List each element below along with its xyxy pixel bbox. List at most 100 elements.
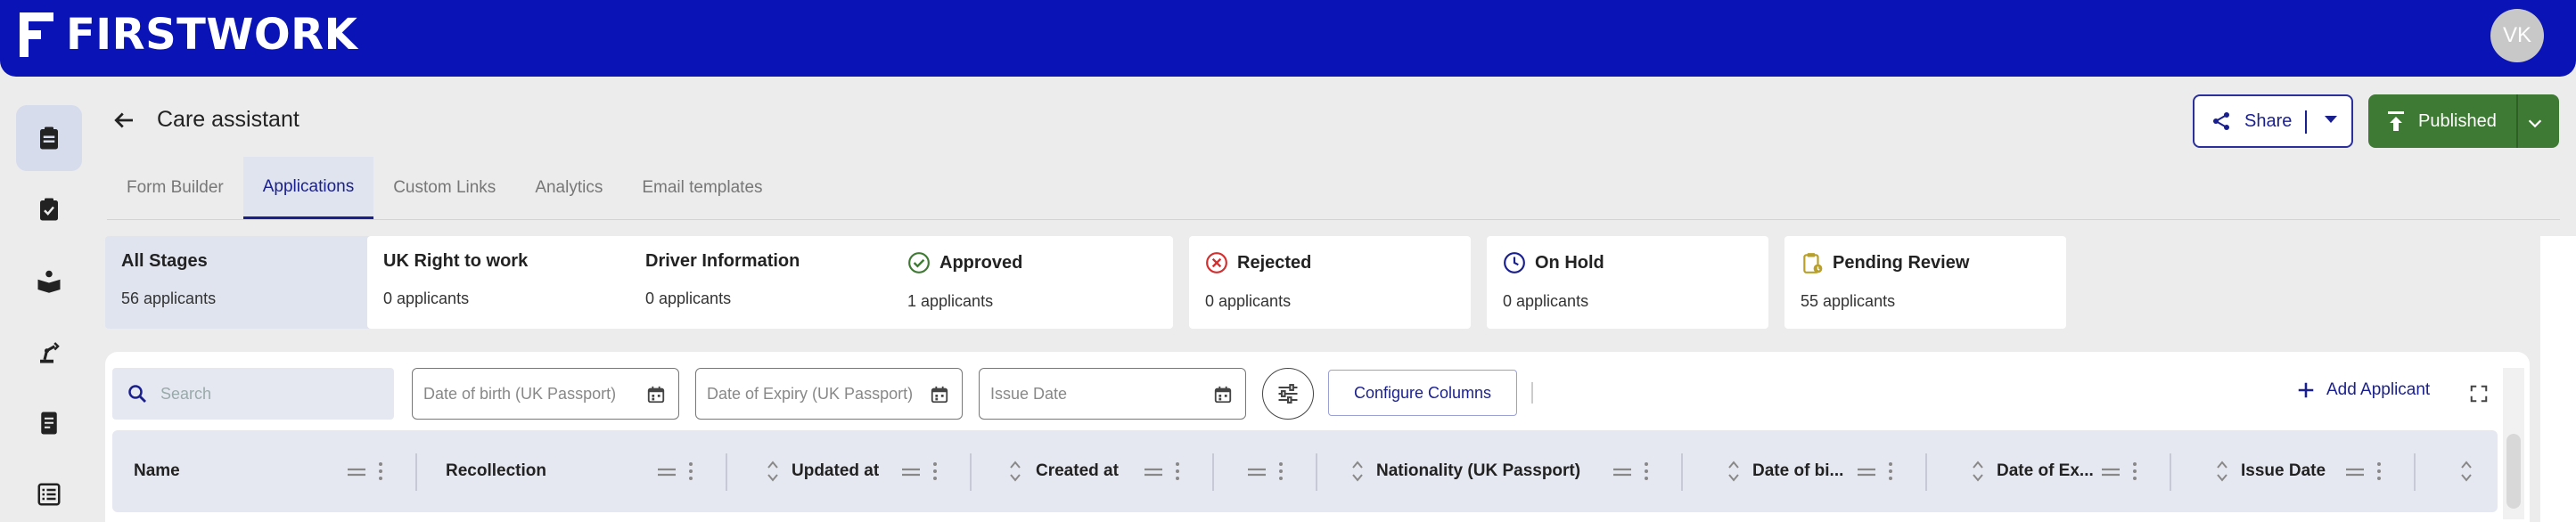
share-label: Share: [2244, 110, 2293, 131]
add-applicant-button[interactable]: Add Applicant: [2296, 380, 2430, 400]
published-button[interactable]: Published: [2368, 94, 2559, 148]
stage-card-approved[interactable]: Approved 1 applicants: [891, 236, 1173, 329]
column-separator[interactable]: [1212, 453, 1214, 491]
tab-analytics[interactable]: Analytics: [515, 157, 622, 219]
column-separator[interactable]: [1316, 453, 1317, 491]
column-header-recollection[interactable]: Recollection: [446, 430, 546, 512]
more-vertical-icon[interactable]: [1175, 461, 1180, 482]
more-vertical-icon[interactable]: [1644, 461, 1649, 482]
column-separator[interactable]: [415, 453, 417, 491]
tab-applications[interactable]: Applications: [242, 157, 374, 219]
column-header-date-of-expiry[interactable]: Date of Ex...: [1997, 430, 2094, 512]
configure-columns-button[interactable]: Configure Columns: [1328, 370, 1517, 416]
stage-card-uk-right-to-work[interactable]: UK Right to work 0 applicants: [367, 236, 649, 329]
search-input[interactable]: [160, 384, 374, 404]
tab-form-builder[interactable]: Form Builder: [107, 157, 243, 219]
issue-date-filter[interactable]: Issue Date: [979, 368, 1246, 420]
calendar-icon[interactable]: [1213, 385, 1233, 404]
more-vertical-icon[interactable]: [932, 461, 938, 482]
column-header-label: Date of bi...: [1752, 461, 1844, 480]
plus-icon: [2298, 382, 2314, 398]
drag-handle-icon[interactable]: [2344, 462, 2366, 482]
drag-handle-icon[interactable]: [1143, 462, 1164, 482]
more-vertical-icon[interactable]: [688, 461, 693, 482]
clipboard-pending-icon: [1803, 253, 1823, 273]
more-vertical-icon[interactable]: [1278, 461, 1284, 482]
stage-title: On Hold: [1535, 252, 1604, 273]
column-header-date-of-birth[interactable]: Date of bi...: [1752, 430, 1843, 512]
search-box[interactable]: [112, 368, 394, 420]
column-header-issue-date[interactable]: Issue Date: [2241, 430, 2326, 512]
column-header-label: Issue Date: [2241, 461, 2326, 480]
chevron-down-icon[interactable]: [2525, 112, 2545, 134]
stage-card-rejected[interactable]: Rejected 0 applicants: [1189, 236, 1471, 329]
stage-card-all[interactable]: All Stages 56 applicants: [105, 236, 387, 329]
sort-icon[interactable]: [1972, 459, 1984, 484]
calendar-icon[interactable]: [646, 385, 666, 404]
more-vertical-icon[interactable]: [2376, 461, 2382, 482]
book-person-icon: [37, 270, 61, 293]
toolbar-divider: [1531, 382, 1533, 404]
drag-handle-icon[interactable]: [656, 462, 677, 482]
sort-icon[interactable]: [2216, 459, 2228, 484]
sidebar-item-tasks[interactable]: [16, 176, 82, 242]
column-separator[interactable]: [1681, 453, 1683, 491]
stage-count: 0 applicants: [383, 290, 470, 307]
clipboard-check-icon: [40, 198, 58, 221]
drag-handle-icon[interactable]: [346, 462, 367, 482]
drag-handle-icon[interactable]: [2100, 462, 2121, 482]
document-icon: [41, 412, 57, 435]
column-header-nationality[interactable]: Nationality (UK Passport): [1376, 430, 1580, 512]
sidebar-item-learning[interactable]: [16, 248, 82, 314]
more-vertical-icon[interactable]: [1888, 461, 1893, 482]
column-separator[interactable]: [1925, 453, 1927, 491]
stage-card-pending-review[interactable]: Pending Review 55 applicants: [1784, 236, 2066, 329]
sort-icon[interactable]: [1351, 459, 1364, 484]
stage-count: 56 applicants: [121, 290, 217, 307]
add-applicant-label: Add Applicant: [2326, 380, 2431, 399]
column-separator[interactable]: [2170, 453, 2171, 491]
date-of-expiry-filter[interactable]: Date of Expiry (UK Passport): [695, 368, 963, 420]
drag-handle-icon[interactable]: [900, 462, 922, 482]
drag-handle-icon[interactable]: [1612, 462, 1633, 482]
drag-handle-icon[interactable]: [1856, 462, 1877, 482]
column-header-created-at[interactable]: Created at: [1036, 430, 1119, 512]
sort-icon[interactable]: [1009, 459, 1021, 484]
sidebar-item-automation[interactable]: [16, 319, 82, 385]
column-separator[interactable]: [2414, 453, 2416, 491]
column-header-label: Nationality (UK Passport): [1376, 461, 1581, 480]
drag-handle-icon[interactable]: [1246, 462, 1267, 482]
firstwork-logo-icon: [20, 12, 53, 57]
column-header-name[interactable]: Name: [134, 430, 180, 512]
more-vertical-icon[interactable]: [378, 461, 383, 482]
scrollbar-thumb[interactable]: [2506, 434, 2521, 509]
sort-icon[interactable]: [767, 459, 779, 484]
tab-custom-links[interactable]: Custom Links: [373, 157, 515, 219]
sidebar-item-list[interactable]: [16, 461, 82, 522]
column-separator[interactable]: [970, 453, 972, 491]
sidebar-item-documents[interactable]: [16, 390, 82, 456]
column-header-updated-at[interactable]: Updated at: [792, 430, 879, 512]
brand-name: FIRSTWORK: [66, 10, 358, 60]
fullscreen-icon[interactable]: [2469, 384, 2489, 404]
share-button[interactable]: Share: [2193, 94, 2353, 148]
more-vertical-icon[interactable]: [2132, 461, 2137, 482]
sort-icon[interactable]: [2460, 459, 2473, 484]
tab-email-templates[interactable]: Email templates: [622, 157, 782, 219]
back-arrow-icon[interactable]: [111, 107, 137, 134]
column-header-label: Updated at: [792, 461, 880, 480]
sidebar-item-forms[interactable]: [16, 105, 82, 171]
stage-card-on-hold[interactable]: On Hold 0 applicants: [1487, 236, 1768, 329]
date-of-birth-filter[interactable]: Date of birth (UK Passport): [412, 368, 679, 420]
calendar-icon[interactable]: [930, 385, 949, 404]
caret-down-icon[interactable]: [2325, 116, 2337, 123]
stage-count: 55 applicants: [1801, 292, 1896, 310]
stage-title: Approved: [939, 252, 1023, 273]
column-separator[interactable]: [726, 453, 727, 491]
x-circle-icon: [1206, 252, 1227, 273]
sort-icon[interactable]: [1727, 459, 1740, 484]
filter-settings-button[interactable]: [1262, 368, 1314, 420]
stage-card-driver-information[interactable]: Driver Information 0 applicants: [629, 236, 911, 329]
brand-logo[interactable]: FIRSTWORK: [20, 10, 358, 60]
user-avatar[interactable]: VK: [2490, 9, 2544, 62]
